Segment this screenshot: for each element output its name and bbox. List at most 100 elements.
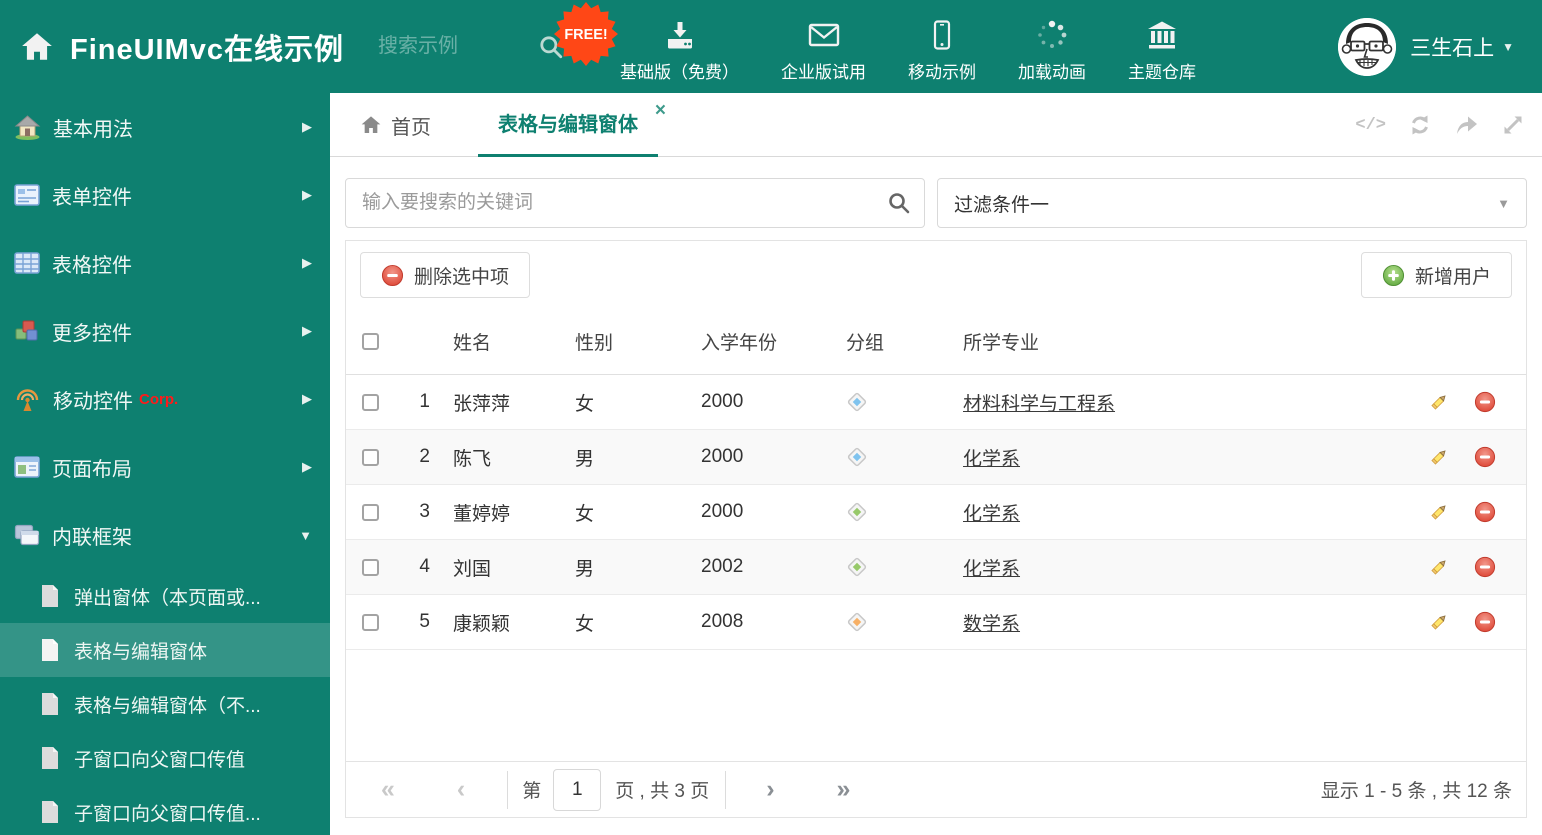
column-header-gender[interactable]: 性别 bbox=[558, 328, 686, 355]
home-icon bbox=[361, 116, 381, 133]
header-item-label: 移动示例 bbox=[908, 63, 977, 82]
page-prefix: 第 bbox=[522, 781, 542, 802]
major-link[interactable]: 化学系 bbox=[963, 559, 1020, 580]
major-link[interactable]: 化学系 bbox=[963, 504, 1020, 525]
tag-icon bbox=[847, 557, 867, 577]
header-item-label: 企业版试用 bbox=[781, 63, 867, 82]
filter-dropdown[interactable]: 过滤条件一 ▼ bbox=[937, 178, 1527, 228]
last-page-button[interactable]: » bbox=[837, 777, 851, 802]
header-item-basic-edition[interactable]: FREE! 基础版（免费） bbox=[554, 2, 739, 83]
tab-grid-edit-window[interactable]: 表格与编辑窗体 × bbox=[478, 93, 666, 157]
table-search-input[interactable] bbox=[345, 178, 925, 228]
sidebar-item-basic-usage[interactable]: 基本用法 ▶ bbox=[0, 93, 330, 161]
app-logo[interactable]: FineUIMvc在线示例 bbox=[20, 26, 344, 68]
header-item-label: 加载动画 bbox=[1018, 63, 1087, 82]
share-icon[interactable] bbox=[1454, 113, 1480, 137]
user-menu[interactable]: 三生石上 ▼ bbox=[1338, 17, 1514, 76]
minus-circle-icon bbox=[381, 264, 404, 286]
major-link[interactable]: 数学系 bbox=[963, 614, 1020, 635]
major-link[interactable]: 化学系 bbox=[963, 449, 1020, 470]
table-header-row: 姓名 性别 入学年份 分组 所学专业 bbox=[346, 309, 1526, 375]
row-delete-button[interactable] bbox=[1474, 501, 1496, 523]
column-header-major[interactable]: 所学专业 bbox=[956, 328, 1396, 355]
minus-circle-icon bbox=[1474, 501, 1496, 523]
prev-page-button[interactable]: ‹ bbox=[457, 777, 465, 802]
column-header-group[interactable]: 分组 bbox=[826, 328, 956, 355]
tab-home-label: 首页 bbox=[391, 116, 431, 139]
row-edit-button[interactable] bbox=[1428, 501, 1450, 523]
sidebar-subitem-grid-edit-window[interactable]: 表格与编辑窗体 bbox=[0, 623, 330, 677]
grid-panel: 删除选中项 新增用户 姓名 性别 入学年份 分组 所学专业 1 张萍萍 女 20… bbox=[345, 240, 1527, 818]
tab-home[interactable]: 首页 bbox=[360, 93, 431, 157]
major-link[interactable]: 材料科学与工程系 bbox=[963, 394, 1115, 415]
pencil-icon bbox=[1431, 615, 1446, 630]
chevron-right-icon: ▶ bbox=[302, 119, 312, 134]
file-icon bbox=[42, 693, 58, 715]
sidebar-item-mobile-controls[interactable]: 移动控件 Corp. ▶ bbox=[0, 365, 330, 433]
row-delete-button[interactable] bbox=[1474, 556, 1496, 578]
sidebar-subitem-grid-edit-window-2[interactable]: 表格与编辑窗体（不... bbox=[0, 677, 330, 731]
close-icon[interactable]: × bbox=[655, 101, 666, 120]
first-page-button[interactable]: « bbox=[381, 777, 395, 802]
sidebar-item-page-layout[interactable]: 页面布局 ▶ bbox=[0, 433, 330, 501]
row-checkbox[interactable] bbox=[362, 558, 379, 576]
add-user-button[interactable]: 新增用户 bbox=[1360, 252, 1512, 298]
filter-row: 过滤条件一 ▼ bbox=[345, 178, 1527, 228]
row-number: 4 bbox=[419, 556, 430, 577]
table-search bbox=[345, 178, 925, 228]
pencil-icon bbox=[1431, 450, 1446, 465]
page-suffix: 页 , 共 3 页 bbox=[615, 781, 710, 802]
tag-icon bbox=[847, 612, 867, 632]
user-name: 三生石上 bbox=[1410, 36, 1495, 60]
refresh-icon[interactable] bbox=[1408, 113, 1432, 137]
header-item-enterprise-trial[interactable]: 企业版试用 bbox=[781, 10, 866, 83]
row-edit-button[interactable] bbox=[1428, 446, 1450, 468]
plus-circle-icon bbox=[1382, 264, 1405, 286]
row-delete-button[interactable] bbox=[1474, 446, 1496, 468]
chevron-right-icon: ▶ bbox=[302, 391, 312, 406]
header-search bbox=[378, 34, 564, 60]
select-all-checkbox[interactable] bbox=[362, 333, 379, 350]
row-checkbox[interactable] bbox=[362, 393, 379, 411]
header-item-mobile-demo[interactable]: 移动示例 bbox=[908, 10, 976, 83]
chevron-down-icon: ▼ bbox=[299, 527, 312, 543]
bank-icon bbox=[1148, 21, 1177, 49]
row-checkbox[interactable] bbox=[362, 613, 379, 631]
row-delete-button[interactable] bbox=[1474, 391, 1496, 413]
pencil-icon bbox=[1431, 395, 1446, 410]
header-item-theme-repo[interactable]: 主题仓库 bbox=[1128, 10, 1196, 83]
sidebar-subitem-popup-window[interactable]: 弹出窗体（本页面或... bbox=[0, 569, 330, 623]
column-header-name[interactable]: 姓名 bbox=[436, 328, 558, 355]
sidebar-item-grid-controls[interactable]: 表格控件 ▶ bbox=[0, 229, 330, 297]
expand-icon[interactable] bbox=[1502, 114, 1524, 136]
chevron-right-icon: ▶ bbox=[302, 459, 312, 474]
tag-icon bbox=[847, 392, 867, 412]
row-delete-button[interactable] bbox=[1474, 611, 1496, 633]
row-checkbox[interactable] bbox=[362, 448, 379, 466]
delete-selected-button[interactable]: 删除选中项 bbox=[360, 252, 531, 298]
row-checkbox[interactable] bbox=[362, 503, 379, 521]
next-page-button[interactable]: › bbox=[766, 777, 774, 802]
minus-circle-icon bbox=[1474, 391, 1496, 413]
svg-text:FREE!: FREE! bbox=[564, 27, 607, 43]
header-search-input[interactable] bbox=[378, 35, 539, 58]
sidebar-subitem-child-to-parent[interactable]: 子窗口向父窗口传值 bbox=[0, 731, 330, 785]
header-item-loading-animation[interactable]: 加载动画 bbox=[1018, 10, 1086, 83]
search-icon[interactable] bbox=[887, 191, 911, 215]
row-edit-button[interactable] bbox=[1428, 556, 1450, 578]
row-edit-button[interactable] bbox=[1428, 391, 1450, 413]
sidebar-item-more-controls[interactable]: 更多控件 ▶ bbox=[0, 297, 330, 365]
sidebar-item-inline-frame[interactable]: 内联框架 ▼ bbox=[0, 501, 330, 569]
chevron-right-icon: ▶ bbox=[302, 255, 312, 270]
page-number-input[interactable] bbox=[553, 768, 602, 811]
view-source-icon[interactable]: </> bbox=[1355, 116, 1386, 135]
cell-name: 刘国 bbox=[453, 558, 492, 580]
sidebar-subitem-child-to-parent-2[interactable]: 子窗口向父窗口传值... bbox=[0, 785, 330, 835]
sidebar-item-form-controls[interactable]: 表单控件 ▶ bbox=[0, 161, 330, 229]
cell-year: 2000 bbox=[701, 391, 744, 412]
row-edit-button[interactable] bbox=[1428, 611, 1450, 633]
free-badge: FREE! bbox=[554, 2, 619, 66]
tag-icon bbox=[847, 502, 867, 522]
column-header-year[interactable]: 入学年份 bbox=[686, 328, 826, 355]
antenna-icon bbox=[16, 389, 39, 411]
